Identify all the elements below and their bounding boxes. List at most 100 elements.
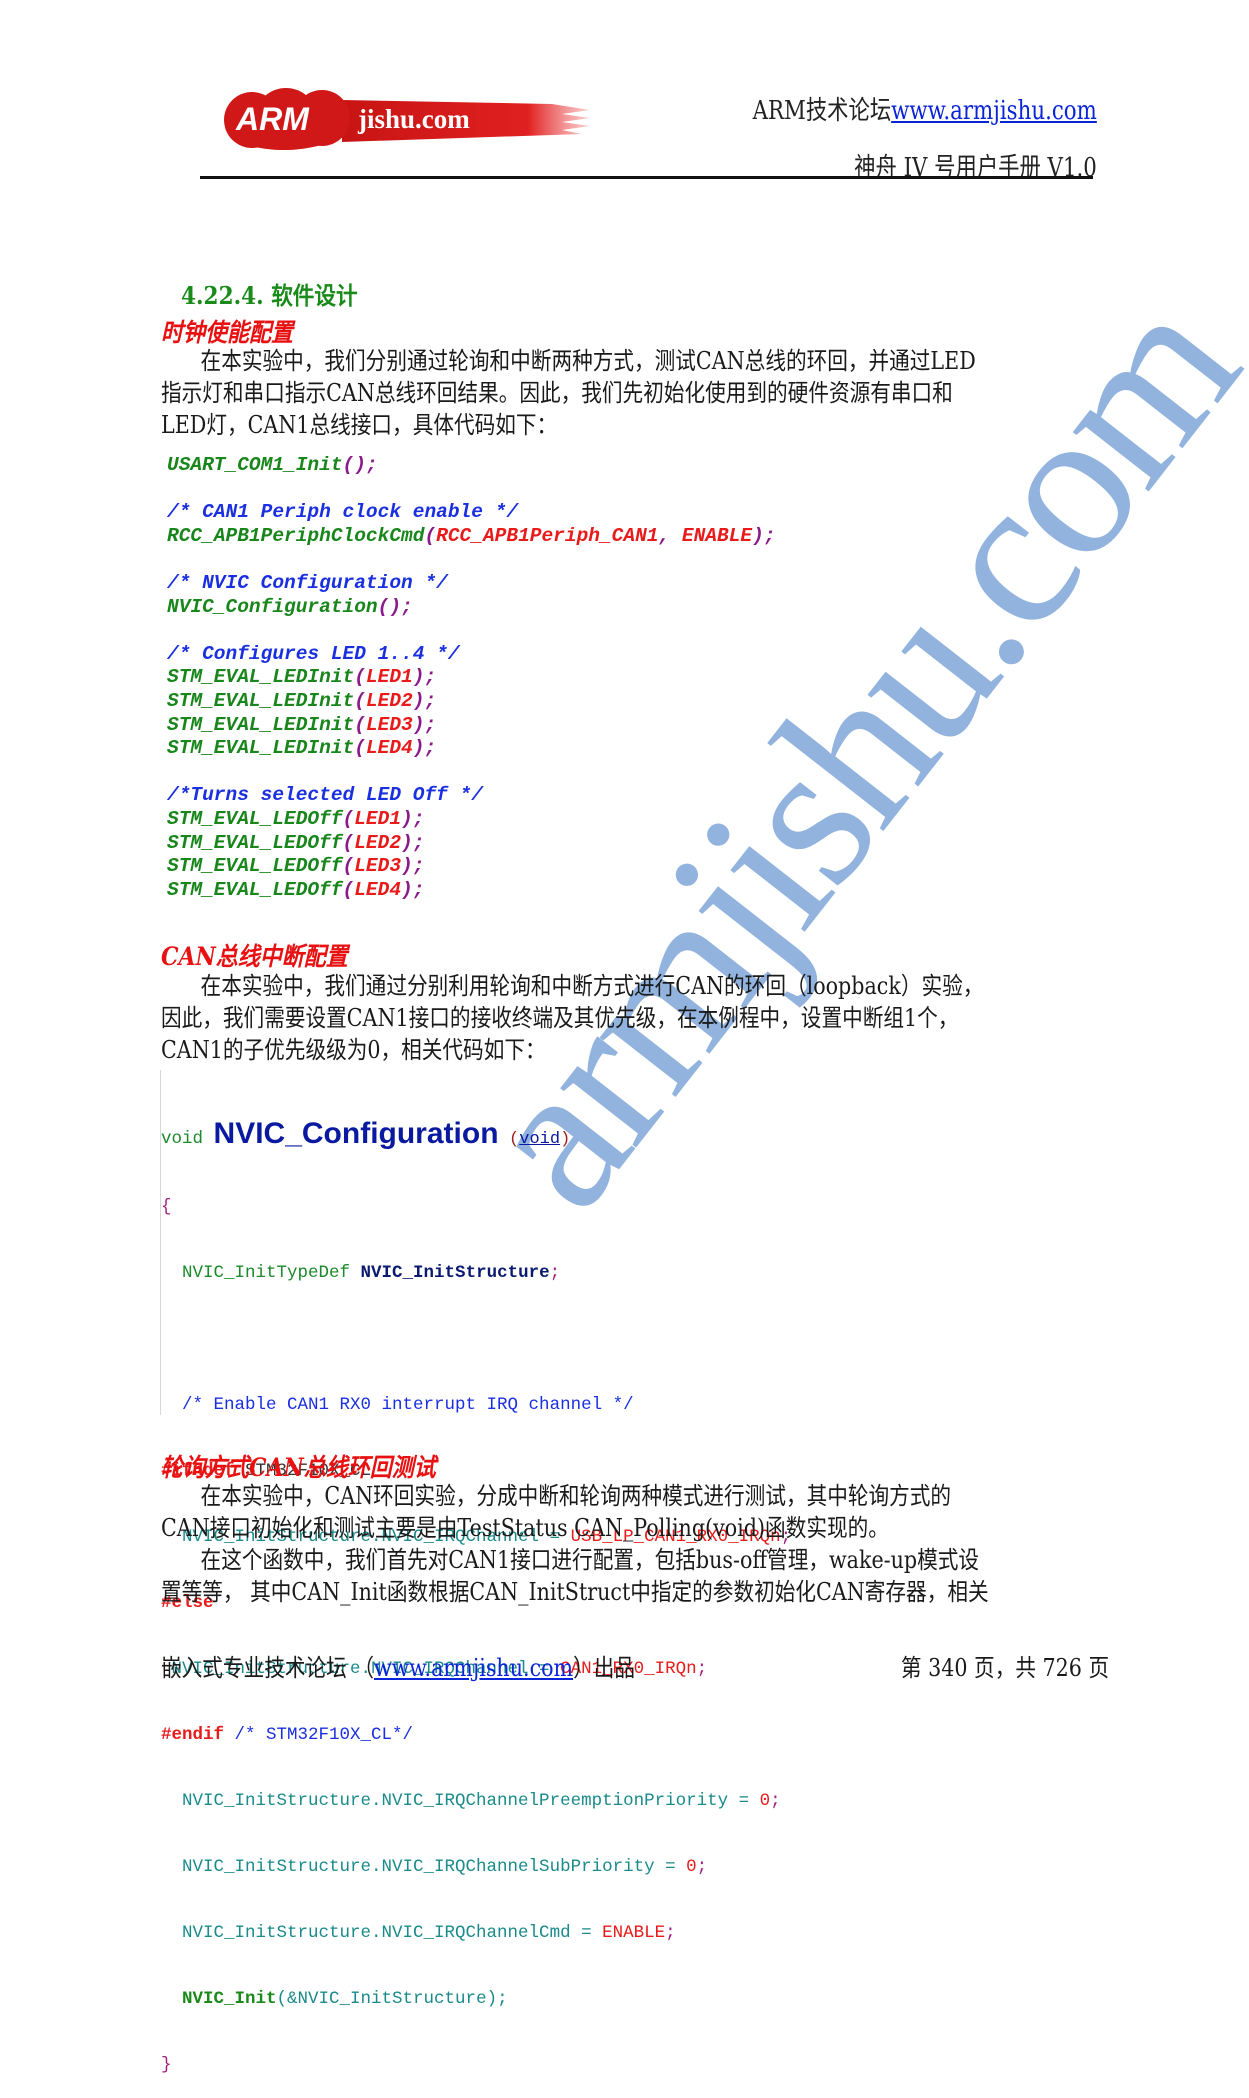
code-function: STM_EVAL_LEDInit — [167, 689, 355, 712]
paragraph-line: 在这个函数中，我们首先对CAN1接口进行配置，包括bus-off管理，wake-… — [200, 1546, 980, 1574]
code-args: RCC_APB1Periph_CAN1, ENABLE — [436, 525, 752, 547]
code-arg: RCC_APB1Periph_CAN1 — [436, 524, 659, 547]
code-punct: , — [658, 524, 671, 547]
code-comment: /* NVIC Configuration */ — [167, 571, 448, 594]
code-punct: ; — [549, 1263, 561, 1283]
code-punct: ( — [354, 713, 366, 736]
armjishu-logo: ARM jishu.com — [222, 86, 592, 152]
code-punct: ); — [389, 595, 413, 618]
code-function: NVIC_Configuration — [167, 595, 378, 618]
code-line: /* CAN1 Periph clock enable */ — [167, 501, 776, 525]
code-comment: /* Enable CAN1 RX0 interrupt IRQ channel… — [161, 1395, 634, 1415]
code-member: NVIC_InitStructure.NVIC_IRQChannelCmd = — [161, 1923, 603, 1943]
code-punct: ); — [401, 855, 425, 878]
code-args: LED2 — [365, 689, 413, 712]
code-punct: ; — [770, 1791, 781, 1811]
code-punct: ); — [401, 831, 425, 854]
code-punct: ; — [696, 1659, 708, 1679]
code-punct: ); — [752, 524, 776, 547]
code-line: STM_EVAL_LEDInit(LED1); — [167, 666, 776, 690]
code-function: STM_EVAL_LEDOff — [167, 807, 343, 830]
code-punct: ( — [354, 689, 366, 712]
code-keyword: void — [161, 1129, 204, 1149]
code-line: NVIC_InitStructure.NVIC_IRQChannelSubPri… — [161, 1856, 791, 1878]
code-line: #endif /* STM32F10X_CL*/ — [161, 1724, 791, 1746]
code-line: STM_EVAL_LEDOff(LED2); — [167, 832, 776, 856]
code-value: 0 — [759, 1791, 771, 1811]
code-function: STM_EVAL_LEDOff — [167, 831, 343, 854]
code-line: USART_COM1_Init(); — [167, 454, 776, 478]
code-function: USART_COM1_Init — [167, 454, 343, 476]
paragraph-line: LED灯，CAN1总线接口，具体代码如下： — [161, 411, 558, 439]
paragraph-line: 因此，我们需要设置CAN1接口的接收终端及其优先级，在本例程中，设置中断组1个， — [161, 1004, 959, 1032]
code-punct: ( — [342, 454, 355, 476]
code-comment: /* STM32F10X_CL*/ — [224, 1725, 414, 1745]
paragraph-polling-2: 在这个函数中，我们首先对CAN1接口进行配置，包括bus-off管理，wake-… — [161, 1544, 1116, 1608]
code-args: LED4 — [365, 737, 413, 760]
page-number: 第 340 页，共 726 页 — [900, 1654, 1109, 1682]
code-function: STM_EVAL_LEDInit — [167, 666, 355, 689]
code-punct: ( — [377, 595, 390, 618]
subheading-clock: 时钟使能配置 — [161, 318, 294, 347]
paragraph-line: 置等等， 其中CAN_Init函数根据CAN_InitStruct中指定的参数初… — [161, 1578, 989, 1606]
footer-suffix: ）出品 — [573, 1654, 636, 1682]
forum-label: ARM技术论坛 — [752, 96, 892, 126]
code-line: STM_EVAL_LEDInit(LED2); — [167, 690, 776, 714]
code-args: LED1 — [365, 666, 413, 689]
footer-link[interactable]: www.armjishu.com — [374, 1654, 573, 1682]
code-line: NVIC_InitStructure.NVIC_IRQChannelCmd = … — [161, 1922, 791, 1944]
forum-link[interactable]: www.armjishu.com — [891, 96, 1097, 126]
code-function: STM_EVAL_LEDOff — [167, 855, 343, 878]
code-punct: ( — [424, 524, 437, 547]
code-args: LED3 — [365, 713, 413, 736]
code-line: NVIC_InitStructure.NVIC_IRQChannelPreemp… — [161, 1790, 791, 1812]
paragraph-polling-1: 在本实验中，CAN环回实验，分成中断和轮询两种模式进行测试，其中轮询方式的 CA… — [161, 1480, 1116, 1544]
code-punct: ( — [342, 878, 355, 901]
code-line: /* NVIC Configuration */ — [167, 572, 776, 596]
code-punct: ( — [342, 831, 355, 854]
footer-publisher: 嵌入式专业技术论坛 （www.armjishu.com）出品 — [161, 1648, 635, 1683]
code-punct: ) — [560, 1130, 571, 1149]
code-function: STM_EVAL_LEDInit — [167, 713, 355, 736]
paragraph-line: CAN1的子优先级级为0，相关代码如下： — [161, 1036, 546, 1064]
code-args: LED4 — [354, 878, 402, 901]
header-info: ARM技术论坛www.armjishu.com 神舟 IV 号用户手册 V1.0 — [677, 90, 1097, 184]
code-member: NVIC_InitStructure.NVIC_IRQChannelPreemp… — [161, 1791, 760, 1811]
code-punct: ( — [342, 855, 355, 878]
logo-arm-text: ARM — [235, 101, 310, 137]
code-line: STM_EVAL_LEDInit(LED4); — [167, 737, 776, 761]
code-member: NVIC_InitStructure.NVIC_IRQChannelSubPri… — [161, 1857, 687, 1877]
code-brace: { — [161, 1197, 172, 1217]
code-line: /* Enable CAN1 RX0 interrupt IRQ channel… — [161, 1394, 791, 1416]
code-punct: ); — [412, 737, 437, 760]
logo-site-text: jishu.com — [357, 104, 470, 134]
code-preprocessor: #endif — [161, 1725, 225, 1745]
code-punct: ( — [354, 666, 366, 689]
code-punct: ( — [509, 1130, 520, 1149]
footer-prefix: 嵌入式专业技术论坛 （ — [161, 1654, 374, 1682]
code-args: (&NVIC_InitStructure); — [276, 1989, 508, 2009]
paragraph-interrupt: 在本实验中，我们通过分别利用轮询和中断方式进行CAN的环回（loopback）实… — [161, 970, 1116, 1066]
code-punct: ; — [665, 1923, 676, 1943]
code-call: NVIC_Init — [182, 1989, 277, 2009]
code-line: NVIC_Init(&NVIC_InitStructure); — [161, 1988, 791, 2010]
subheading-polling: 轮询方式CAN总线环回测试 — [161, 1453, 436, 1482]
subheading-interrupt: CAN总线中断配置 — [161, 942, 348, 971]
forum-line: ARM技术论坛www.armjishu.com — [753, 90, 1097, 127]
code-line: NVIC_Configuration(); — [167, 596, 776, 620]
paragraph-clock: 在本实验中，我们分别通过轮询和中断两种方式，测试CAN总线的环回，并通过LED … — [161, 345, 1116, 441]
code-args: LED1 — [354, 807, 402, 830]
function-name: NVIC_Configuration — [213, 1117, 499, 1150]
code-line: STM_EVAL_LEDOff(LED4); — [167, 879, 776, 903]
code-line: /*Turns selected LED Off */ — [167, 784, 776, 808]
code-punct: ; — [696, 1857, 708, 1877]
paragraph-line: 在本实验中，CAN环回实验，分成中断和轮询两种模式进行测试，其中轮询方式的 — [200, 1482, 952, 1510]
code-line: /* Configures LED 1..4 */ — [167, 643, 776, 667]
code-punct: ); — [412, 666, 437, 689]
code-line: STM_EVAL_LEDOff(LED3); — [167, 855, 776, 879]
code-args: LED3 — [354, 855, 402, 878]
